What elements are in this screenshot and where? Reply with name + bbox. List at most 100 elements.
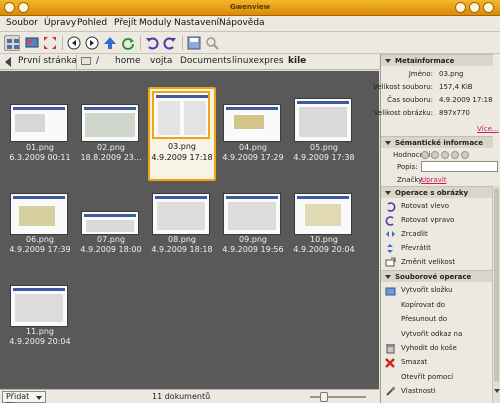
save-icon xyxy=(187,36,201,50)
rotate-right-icon xyxy=(385,216,394,226)
mirror-action[interactable]: Zrcadlit xyxy=(383,228,493,242)
star-icon[interactable] xyxy=(421,151,429,159)
minimize-icon[interactable] xyxy=(455,2,466,13)
rotate-left-icon xyxy=(387,202,396,212)
thumbnail-image xyxy=(10,285,68,327)
copy-to-action[interactable]: Kopírovat do xyxy=(383,299,493,313)
trash-action[interactable]: Vyhodit do koše xyxy=(383,342,493,356)
add-filter-button[interactable]: Přidat filtr xyxy=(2,391,46,403)
thumbnail-date: 4.9.2009 20:04 xyxy=(9,337,71,346)
next-button[interactable] xyxy=(84,35,100,51)
scrollbar-thumb[interactable] xyxy=(494,188,499,382)
delete-action[interactable]: Smazat xyxy=(383,356,493,370)
thumbnail-item[interactable]: 08.png 4.9.2009 18:18 xyxy=(148,189,216,279)
zoom-button[interactable] xyxy=(204,35,220,51)
thumbnail-name: 05.png xyxy=(310,143,338,152)
action-label: Kopírovat do xyxy=(401,301,446,309)
breadcrumb-separator xyxy=(76,54,77,70)
thumbnail-date: 4.9.2009 20:04 xyxy=(293,245,355,254)
breadcrumb-kile[interactable]: kile xyxy=(288,56,306,66)
title-bar: Gwenview xyxy=(0,0,500,16)
thumbnail-image xyxy=(223,193,281,235)
fullscreen-button[interactable] xyxy=(42,35,58,51)
thumbnail-view: 01.png 6.3.2009 00:11 02.png 18.8.2009 2… xyxy=(0,71,379,389)
close-icon[interactable] xyxy=(483,2,494,13)
maximize-icon[interactable] xyxy=(469,2,480,13)
thumbnail-item[interactable]: 07.png 4.9.2009 18:00 xyxy=(77,189,145,279)
meta-key: Jméno: xyxy=(408,70,433,78)
rating-stars[interactable] xyxy=(421,151,481,161)
action-label: Vlastnosti xyxy=(401,387,436,395)
star-icon[interactable] xyxy=(461,151,469,159)
breadcrumb-home[interactable]: home xyxy=(115,56,141,66)
description-input[interactable] xyxy=(421,161,498,172)
breadcrumb-vojta[interactable]: vojta xyxy=(150,56,172,66)
menu-moduly[interactable]: Moduly xyxy=(139,18,172,28)
document-count: 11 dokumentů xyxy=(152,392,211,401)
view-icon xyxy=(25,37,39,48)
section-file-operations[interactable]: Souborové operace xyxy=(381,270,493,282)
star-icon[interactable] xyxy=(441,151,449,159)
menu-nastaveni[interactable]: Nastavení xyxy=(174,18,219,28)
browse-button[interactable] xyxy=(4,35,20,51)
open-with-action[interactable]: Otevřít pomocí xyxy=(383,371,493,385)
menu-pohled[interactable]: Pohled xyxy=(77,18,107,28)
up-button[interactable] xyxy=(102,35,118,51)
resize-action[interactable]: Změnit velikost xyxy=(383,256,493,270)
zoom-slider-handle[interactable] xyxy=(320,392,328,402)
thumbnail-item[interactable]: 01.png 6.3.2009 00:11 xyxy=(6,98,74,188)
thumbnail-image xyxy=(294,98,352,142)
action-label: Smazat xyxy=(401,358,428,366)
sidebar-scrollbar[interactable] xyxy=(492,186,500,403)
flip-action[interactable]: Převrátit xyxy=(383,242,493,256)
move-to-action[interactable]: Přesunout do xyxy=(383,313,493,327)
thumbnail-item[interactable]: 10.png 4.9.2009 20:04 xyxy=(290,189,358,279)
action-label: Rotovat vpravo xyxy=(401,216,455,224)
toolbar xyxy=(0,32,500,54)
thumbnail-item[interactable]: 02.png 18.8.2009 23... xyxy=(77,98,145,188)
view-button[interactable] xyxy=(24,35,40,51)
rotate-right-button[interactable] xyxy=(162,35,178,51)
rotate-left-button[interactable] xyxy=(144,35,160,51)
action-label: Vyhodit do koše xyxy=(401,344,457,352)
thumbnail-item[interactable]: 09.png 4.9.2009 19:56 xyxy=(219,189,287,279)
thumbnail-item[interactable]: 11.png 4.9.2009 20:04 xyxy=(6,281,74,371)
thumbnail-item[interactable]: 04.png 4.9.2009 17:29 xyxy=(219,98,287,188)
edit-tags-link[interactable]: Upravit xyxy=(421,176,447,184)
scroll-down-icon[interactable] xyxy=(494,389,500,393)
back-icon[interactable] xyxy=(5,57,11,67)
previous-button[interactable] xyxy=(66,35,82,51)
breadcrumb-root[interactable]: / xyxy=(96,56,99,66)
save-button[interactable] xyxy=(186,35,202,51)
thumbnail-item[interactable]: 05.png 4.9.2009 17:38 xyxy=(290,98,358,188)
thumbnail-item-selected[interactable]: 03.png 4.9.2009 17:18 xyxy=(148,87,216,181)
menu-napoveda[interactable]: Nápověda xyxy=(219,18,265,28)
zoom-slider[interactable] xyxy=(310,392,366,402)
properties-action[interactable]: Vlastnosti xyxy=(383,385,493,399)
resize-icon xyxy=(385,257,396,267)
rotate-left-icon xyxy=(146,37,159,50)
star-icon[interactable] xyxy=(431,151,439,159)
menu-soubor[interactable]: Soubor xyxy=(6,18,38,28)
breadcrumb-documents[interactable]: Documents xyxy=(180,56,231,66)
link-to-action[interactable]: Vytvořit odkaz na xyxy=(383,328,493,342)
more-link[interactable]: Více... xyxy=(477,125,499,133)
thumbnail-item[interactable]: 06.png 4.9.2009 17:39 xyxy=(6,189,74,279)
breadcrumb-linuxexpres[interactable]: linuxexpres xyxy=(232,56,284,66)
up-icon xyxy=(104,37,116,49)
action-label: Vytvořit složku xyxy=(401,286,453,294)
reload-button[interactable] xyxy=(120,35,136,51)
section-semantic-info[interactable]: Sémantické informace xyxy=(381,136,493,148)
rotate-right-action[interactable]: Rotovat vpravo xyxy=(383,214,493,228)
breadcrumb-first-page[interactable]: První stránka xyxy=(18,56,77,66)
action-label: Převrátit xyxy=(401,244,431,252)
section-image-operations[interactable]: Operace s obrázky xyxy=(381,186,493,198)
section-metainformation[interactable]: Metainformace xyxy=(381,54,493,66)
thumbnail-image xyxy=(152,91,210,139)
menu-prejit[interactable]: Přejít xyxy=(114,18,137,28)
create-folder-action[interactable]: Vytvořit složku xyxy=(383,284,493,298)
thumbnail-name: 11.png xyxy=(26,327,54,336)
star-icon[interactable] xyxy=(451,151,459,159)
menu-upravy[interactable]: Úpravy xyxy=(44,18,76,28)
rotate-left-action[interactable]: Rotovat vlevo xyxy=(383,200,493,214)
